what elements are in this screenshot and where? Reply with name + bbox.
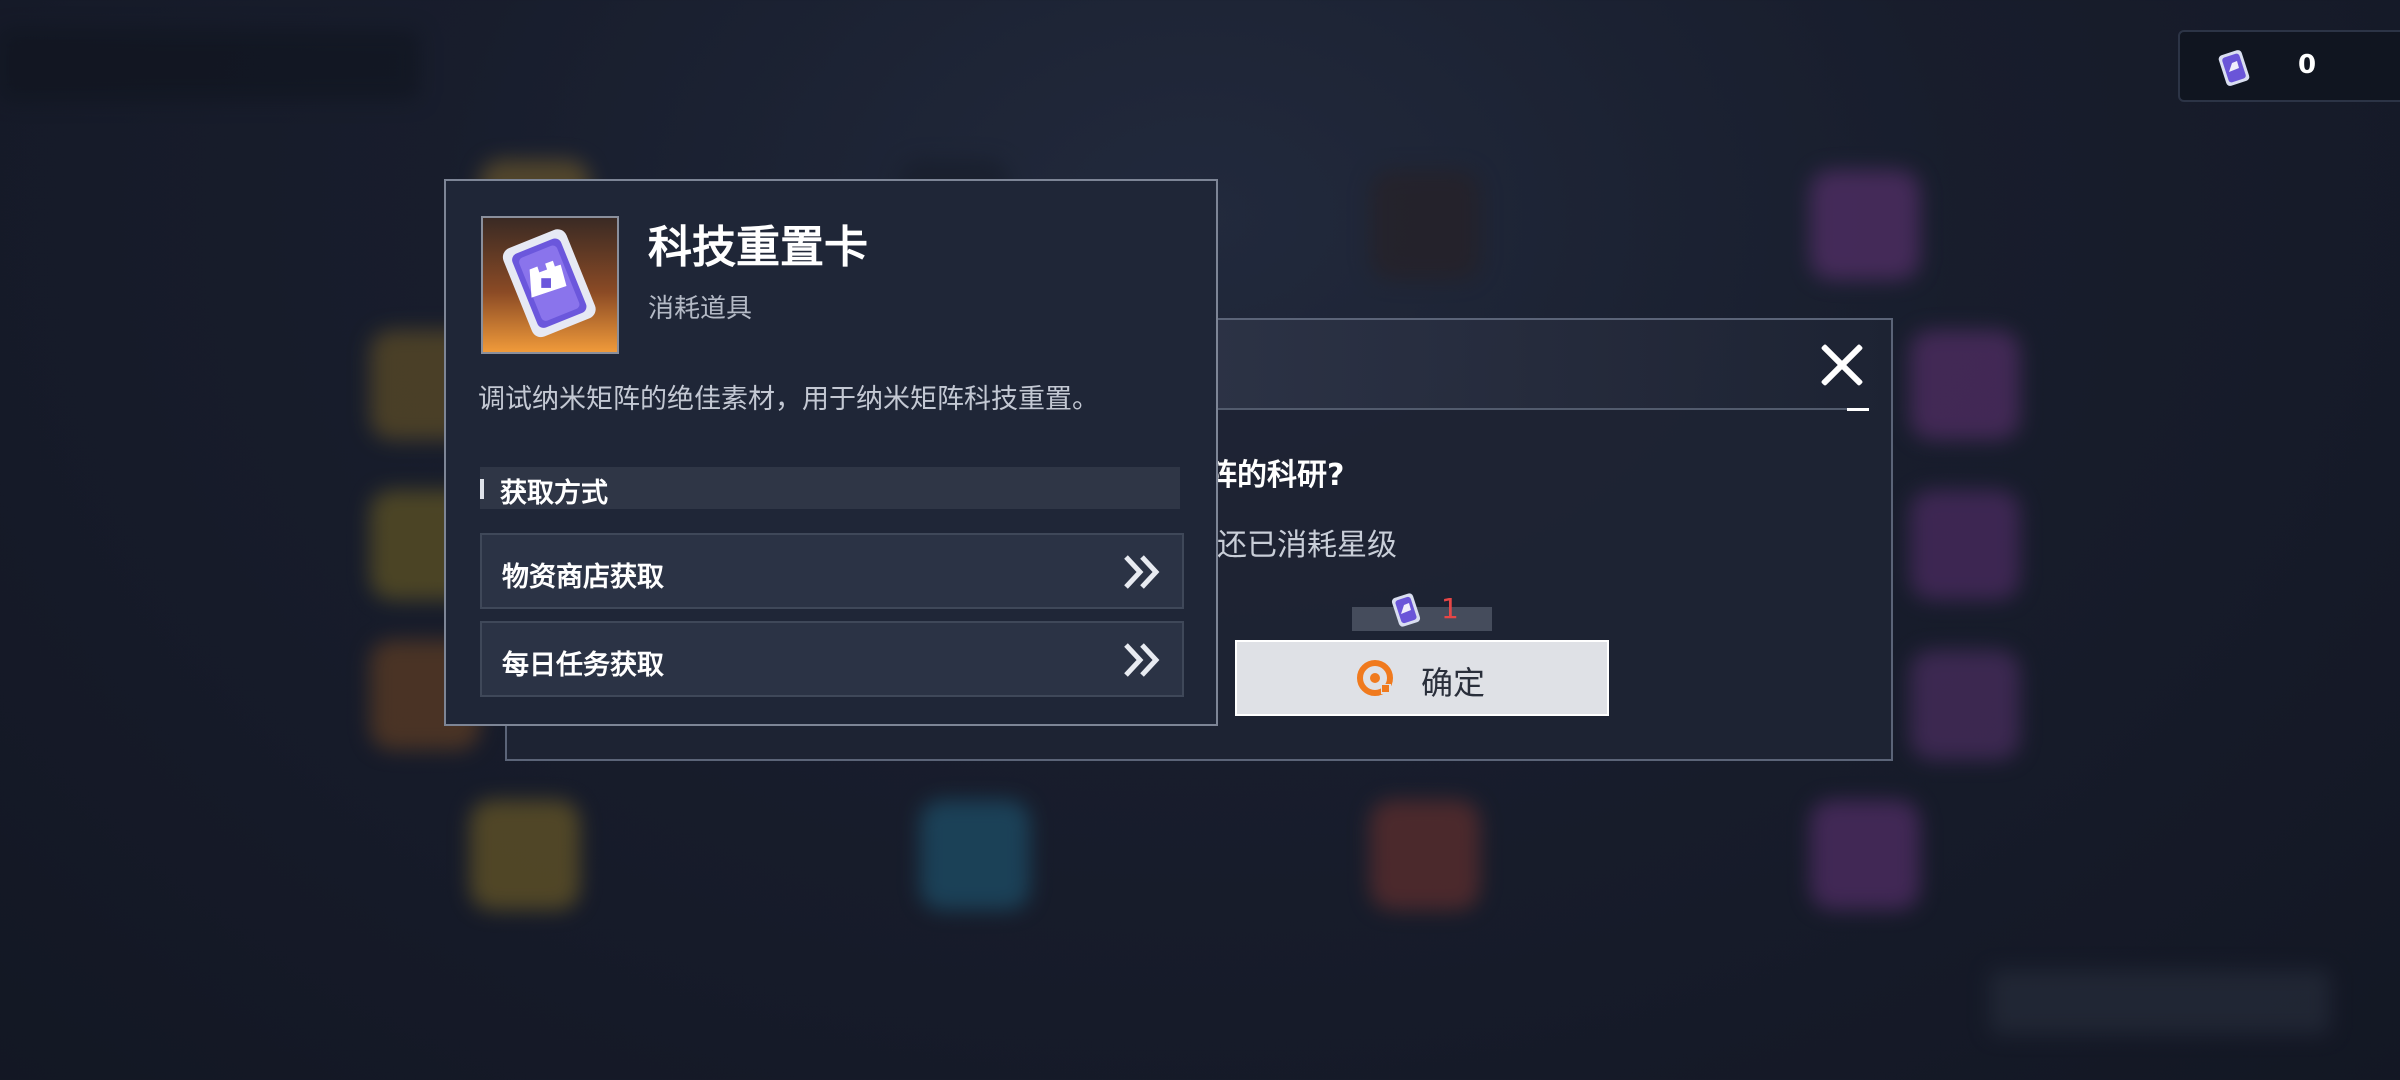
section-marker <box>480 479 484 499</box>
double-chevron-right-icon <box>1124 643 1160 677</box>
tech-reset-card-icon <box>502 229 596 338</box>
double-chevron-right-icon <box>1124 555 1160 589</box>
close-icon[interactable] <box>1817 340 1867 390</box>
item-detail-popup: 科技重置卡 消耗道具 调试纳米矩阵的绝佳素材，用于纳米矩阵科技重置。 获取方式 … <box>444 179 1218 726</box>
close-underline <box>1847 408 1869 411</box>
item-description: 调试纳米矩阵的绝佳素材，用于纳米矩阵科技重置。 <box>478 384 1099 415</box>
currency-value: 0 <box>2298 50 2317 80</box>
confirm-button[interactable]: 确定 <box>1235 640 1609 716</box>
item-type: 消耗道具 <box>648 294 753 324</box>
source-row-daily-task[interactable]: 每日任务获取 <box>480 621 1184 697</box>
source-label: 物资商店获取 <box>502 562 664 593</box>
confirm-button-label: 确定 <box>1421 664 1486 702</box>
source-label: 每日任务获取 <box>502 650 664 681</box>
currency-counter: 0 <box>2178 30 2400 102</box>
tech-reset-card-icon <box>2218 50 2250 86</box>
cost-value: 1 <box>1441 592 1459 625</box>
sources-section-header: 获取方式 <box>480 467 1180 509</box>
confirm-icon <box>1357 660 1393 696</box>
item-name: 科技重置卡 <box>648 222 868 273</box>
item-thumbnail <box>481 216 619 354</box>
sources-title: 获取方式 <box>500 478 608 509</box>
source-row-shop[interactable]: 物资商店获取 <box>480 533 1184 609</box>
tech-reset-card-icon <box>1391 593 1421 627</box>
